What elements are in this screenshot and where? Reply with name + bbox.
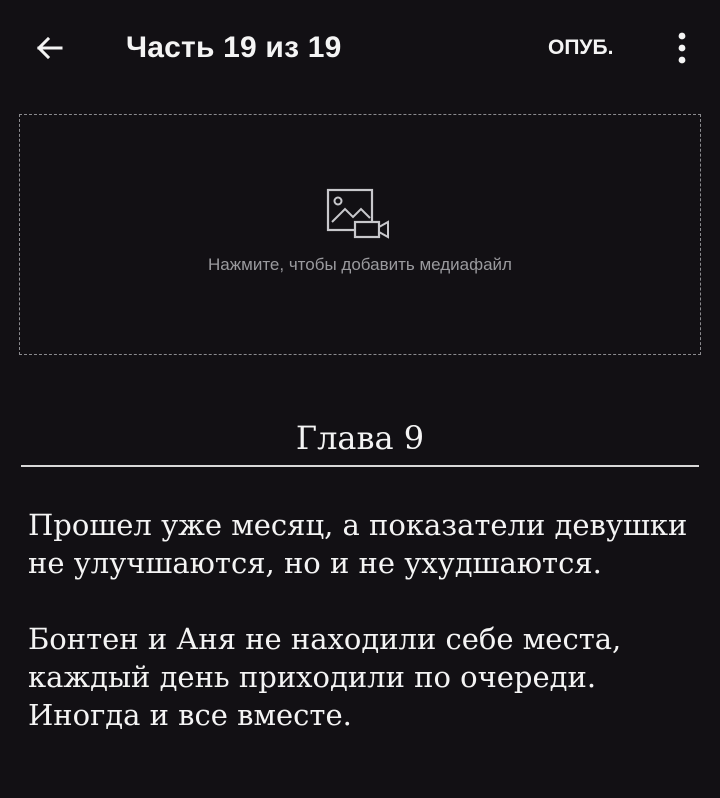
- more-options-button[interactable]: [660, 26, 704, 70]
- paragraph: Бонтен и Аня не находили себе места, каж…: [28, 622, 622, 732]
- add-media-hint: Нажмите, чтобы добавить медиафайл: [208, 255, 512, 274]
- publish-button[interactable]: ОПУБ.: [548, 32, 613, 64]
- top-bar: Часть 19 из 19 ОПУБ.: [0, 0, 720, 96]
- page-title: Часть 19 из 19: [126, 31, 342, 64]
- image-video-icon: [326, 188, 389, 239]
- back-button[interactable]: [28, 26, 72, 70]
- vertical-dots-icon: [678, 32, 686, 64]
- chapter-body-editor[interactable]: Прошел уже месяц, а показатели девушки н…: [28, 506, 692, 772]
- add-media-area[interactable]: Нажмите, чтобы добавить медиафайл: [19, 114, 701, 355]
- paragraph: Прошел уже месяц, а показатели девушки н…: [28, 508, 688, 580]
- arrow-left-icon: [36, 36, 63, 60]
- chapter-heading[interactable]: Глава 9: [21, 416, 699, 460]
- heading-divider: [21, 465, 699, 467]
